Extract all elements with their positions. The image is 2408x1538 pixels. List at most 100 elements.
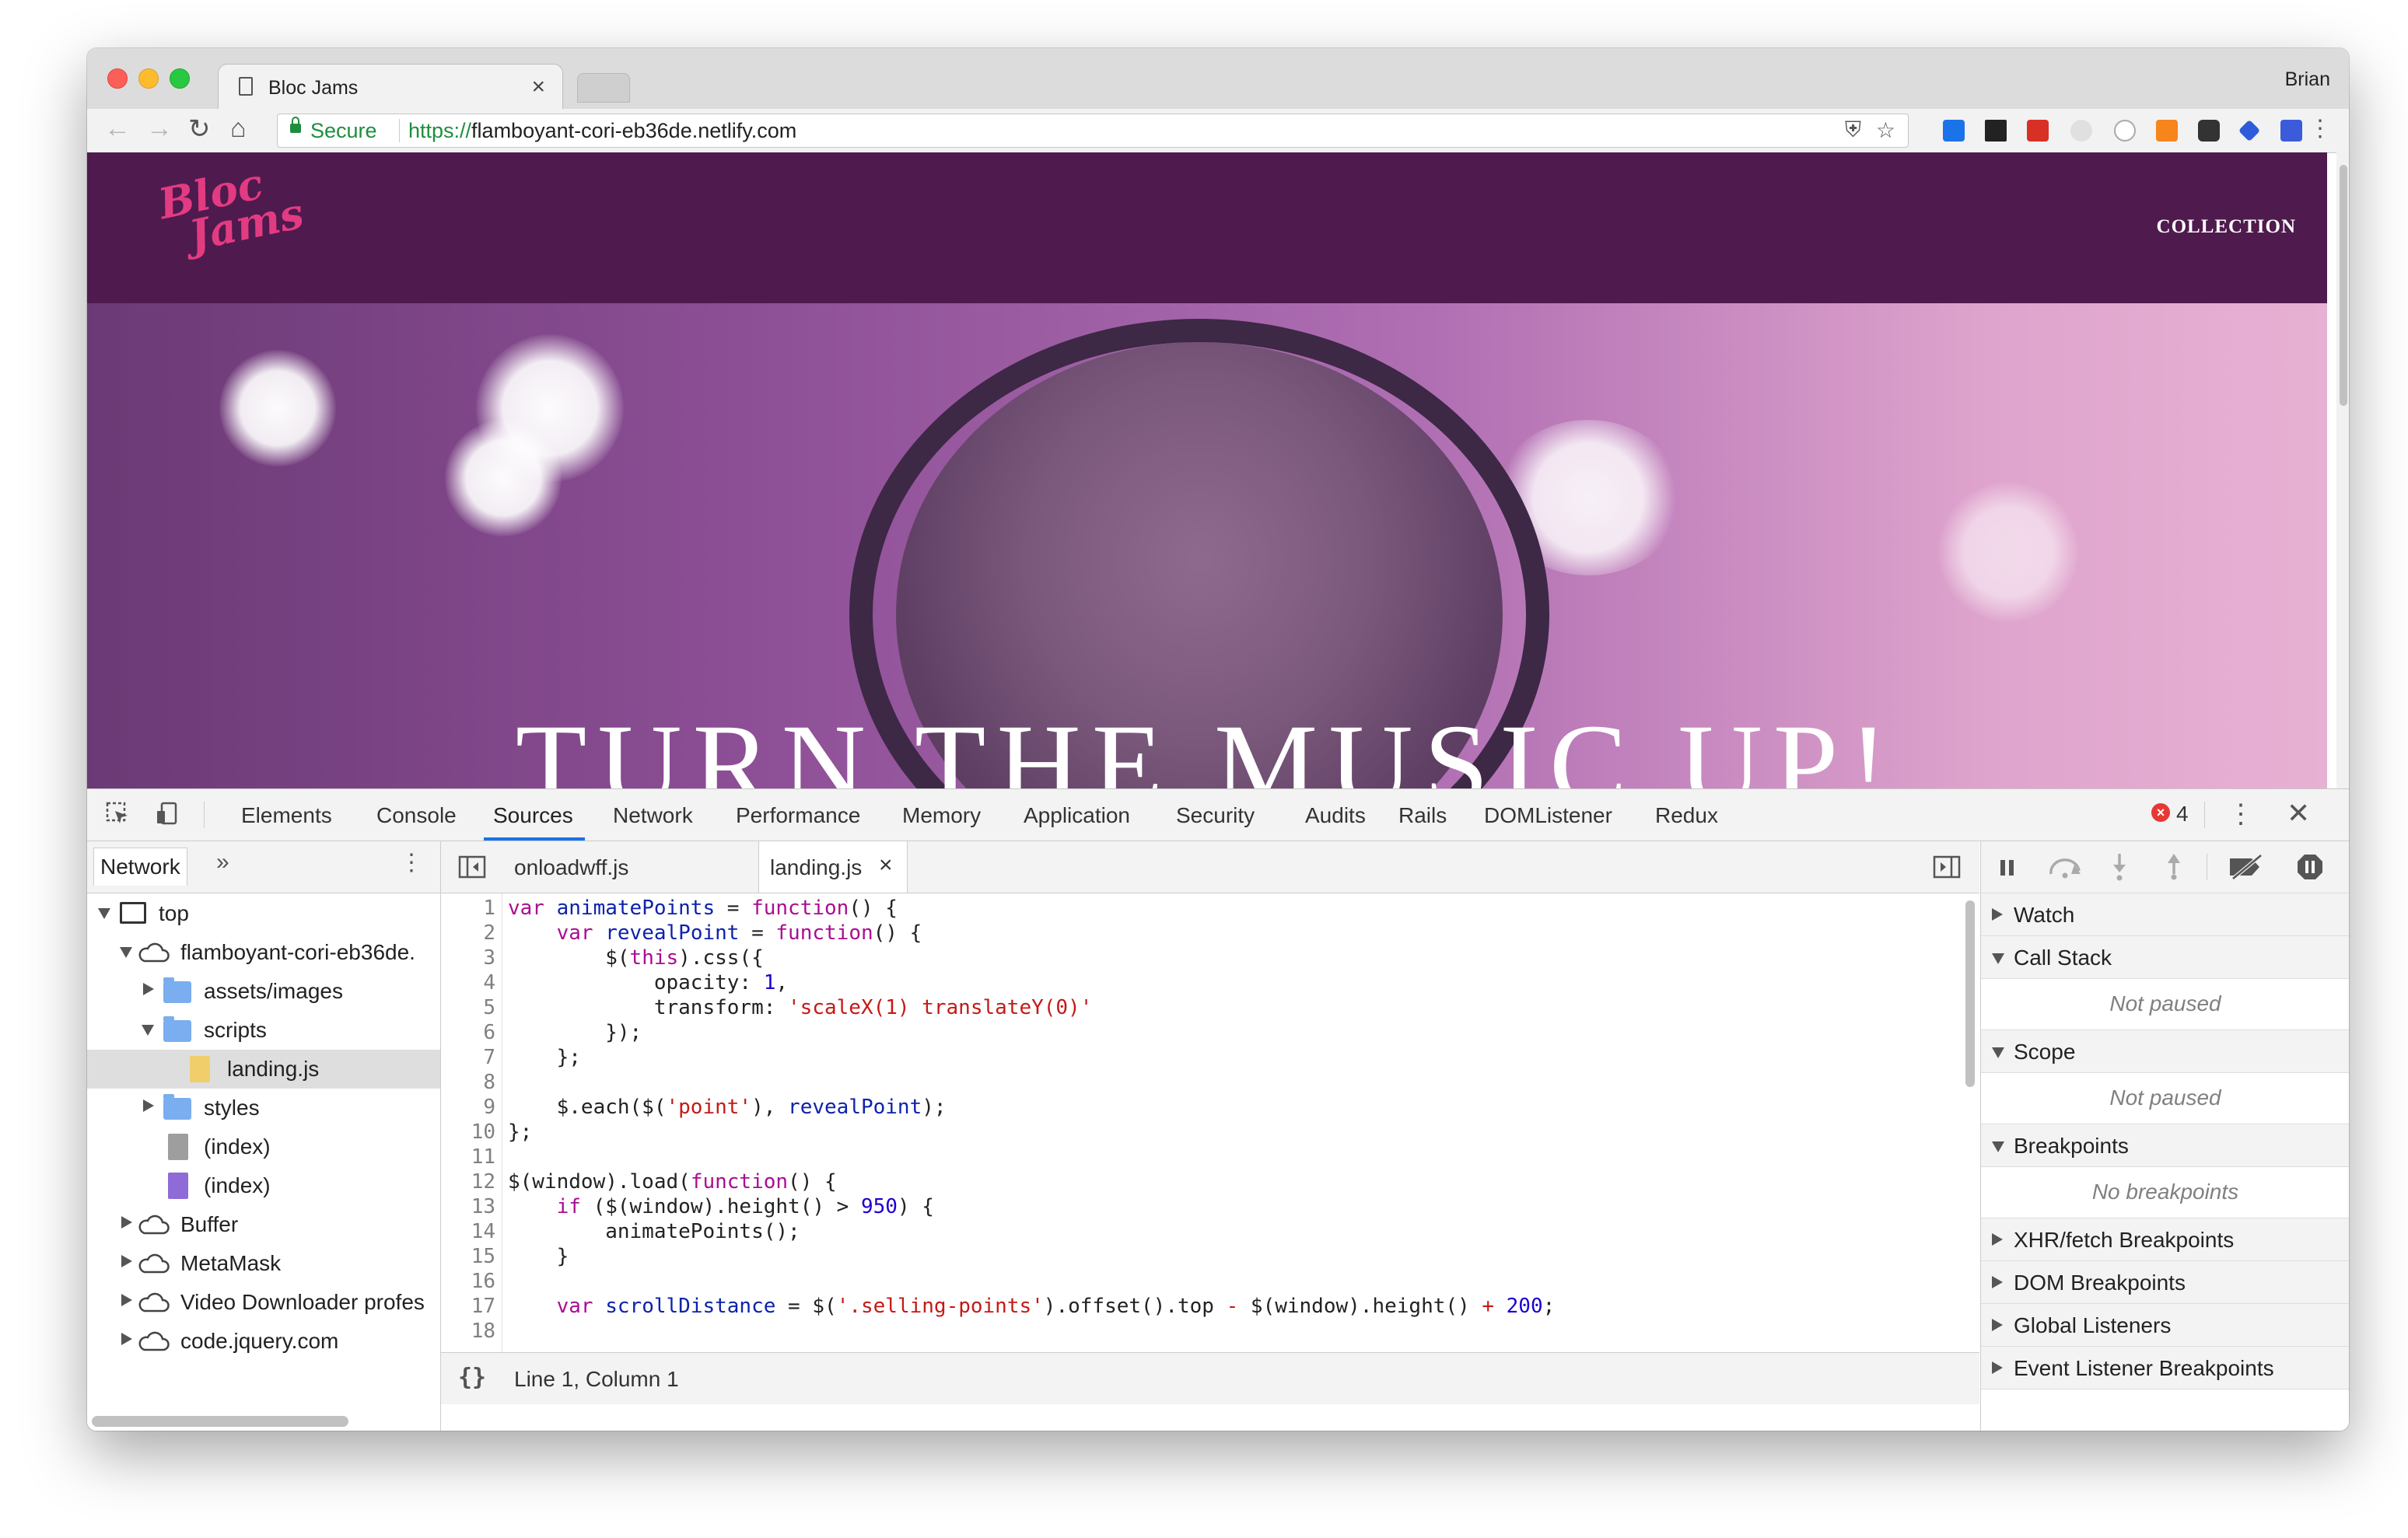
- back-button[interactable]: ←: [104, 114, 131, 144]
- global-listeners-pane-header[interactable]: Global Listeners: [1981, 1303, 2349, 1347]
- minimize-window-button[interactable]: [138, 68, 159, 89]
- step-out-icon[interactable]: [2165, 851, 2183, 880]
- tree-item-buffer[interactable]: Buffer: [87, 1205, 440, 1244]
- tree-item-jquery[interactable]: code.jquery.com: [87, 1322, 440, 1361]
- watch-pane-header[interactable]: Watch: [1981, 893, 2349, 936]
- maximize-window-button[interactable]: [170, 68, 190, 89]
- scope-pane-header[interactable]: Scope: [1981, 1029, 2349, 1073]
- browser-tab[interactable]: Bloc Jams ×: [218, 64, 563, 109]
- step-over-icon[interactable]: [2048, 857, 2084, 879]
- toggle-debugger-icon[interactable]: [1933, 855, 1961, 879]
- collapsed-arrow-icon: [121, 1333, 132, 1345]
- close-devtools-icon[interactable]: ✕: [2287, 797, 2310, 830]
- extension-a-icon[interactable]: [2114, 120, 2136, 142]
- call-stack-status: Not paused: [2109, 991, 2221, 1015]
- editor-scrollbar[interactable]: [1965, 900, 1975, 1087]
- expanded-arrow-icon: [1992, 1141, 2004, 1152]
- bokeh-light: [445, 420, 562, 537]
- tab-security[interactable]: Security: [1176, 803, 1255, 828]
- ethereum-icon[interactable]: [2238, 119, 2261, 142]
- tree-item-landing-js[interactable]: landing.js: [87, 1050, 440, 1089]
- collection-link[interactable]: COLLECTION: [2157, 216, 2296, 238]
- deactivate-breakpoints-icon[interactable]: [2228, 854, 2264, 880]
- event-listener-breakpoints-pane-header[interactable]: Event Listener Breakpoints: [1981, 1346, 2349, 1389]
- pane-title: DOM Breakpoints: [2014, 1271, 2186, 1295]
- extension-plus-icon[interactable]: [1943, 120, 1965, 142]
- extension-grey-icon[interactable]: [2070, 120, 2092, 142]
- bloc-jams-logo[interactable]: Bloc Jams: [154, 158, 307, 260]
- tree-item-styles[interactable]: styles: [87, 1089, 440, 1127]
- tree-item-video-downloader[interactable]: Video Downloader profes: [87, 1283, 440, 1322]
- tab-elements[interactable]: Elements: [241, 803, 332, 828]
- metamask-icon[interactable]: [2156, 120, 2178, 142]
- home-button[interactable]: ⌂: [230, 114, 247, 144]
- tab-performance[interactable]: Performance: [736, 803, 860, 828]
- blocked-content-icon[interactable]: ⛨: [1845, 117, 1861, 143]
- extension-blue-icon[interactable]: [2280, 120, 2302, 142]
- bokeh-light: [1938, 482, 2078, 622]
- new-tab-button[interactable]: [577, 73, 630, 103]
- xhr-breakpoints-pane-header[interactable]: XHR/fetch Breakpoints: [1981, 1218, 2349, 1261]
- error-icon[interactable]: ×: [2151, 803, 2170, 822]
- browser-menu-icon[interactable]: ⋮: [2308, 115, 2332, 142]
- navigator-scrollbar[interactable]: [92, 1416, 348, 1427]
- breakpoints-pane-header[interactable]: Breakpoints: [1981, 1124, 2349, 1167]
- browser-toolbar: ← → ↻ ⌂ Secure https://flamboyant-cori-e…: [87, 109, 2349, 153]
- navigator-menu-icon[interactable]: ⋮: [400, 849, 423, 876]
- pane-title: Breakpoints: [2014, 1134, 2129, 1158]
- tree-item-metamask[interactable]: MetaMask: [87, 1244, 440, 1283]
- tree-item-assets[interactable]: assets/images: [87, 972, 440, 1011]
- tree-item-site[interactable]: flamboyant-cori-eb36de.: [87, 933, 440, 972]
- tab-rails[interactable]: Rails: [1398, 803, 1447, 828]
- active-tab-indicator: [484, 837, 585, 841]
- close-editor-tab-icon[interactable]: ×: [879, 852, 893, 879]
- reload-button[interactable]: ↻: [188, 114, 211, 145]
- extension-buffer-icon[interactable]: [1985, 120, 2007, 142]
- tree-item-scripts[interactable]: scripts: [87, 1011, 440, 1050]
- tab-redux[interactable]: Redux: [1655, 803, 1718, 828]
- pause-icon[interactable]: [1998, 858, 2017, 877]
- tab-sources[interactable]: Sources: [493, 803, 573, 828]
- expanded-arrow-icon: [1992, 953, 2004, 964]
- extension-red-icon[interactable]: [2027, 120, 2049, 142]
- profile-name[interactable]: Brian: [2285, 68, 2330, 91]
- dom-breakpoints-pane-header[interactable]: DOM Breakpoints: [1981, 1260, 2349, 1304]
- navigator-tab-network[interactable]: Network: [93, 848, 187, 886]
- tree-item-top[interactable]: top: [87, 894, 440, 933]
- pause-on-exceptions-icon[interactable]: [2297, 854, 2323, 880]
- code-area[interactable]: 1 var animatePoints = function() { 2 var …: [441, 893, 1967, 1352]
- code-line: 17 var scrollDistance = $('.selling-poin…: [441, 1295, 1967, 1320]
- tree-label: styles: [204, 1096, 260, 1120]
- close-tab-icon[interactable]: ×: [531, 74, 545, 100]
- toggle-navigator-icon[interactable]: [458, 855, 486, 879]
- code-line: 6 });: [441, 1021, 1967, 1046]
- tab-memory[interactable]: Memory: [902, 803, 981, 828]
- call-stack-pane-header[interactable]: Call Stack: [1981, 935, 2349, 979]
- address-bar[interactable]: Secure https://flamboyant-cori-eb36de.ne…: [277, 114, 1909, 148]
- more-tabs-icon[interactable]: »: [216, 849, 229, 876]
- tab-application[interactable]: Application: [1024, 803, 1130, 828]
- step-into-icon[interactable]: [2110, 852, 2129, 882]
- tab-console[interactable]: Console: [376, 803, 457, 828]
- tab-domlistener[interactable]: DOMListener: [1484, 803, 1612, 828]
- forward-button[interactable]: →: [146, 114, 173, 144]
- collapsed-arrow-icon: [143, 1099, 154, 1112]
- pretty-print-button[interactable]: {}: [458, 1364, 486, 1391]
- editor-tab-onloadwff[interactable]: onloadwff.js: [500, 841, 726, 893]
- extension-glasses-icon[interactable]: [2198, 120, 2220, 142]
- tree-item-index[interactable]: (index): [87, 1127, 440, 1166]
- inspect-element-icon[interactable]: [106, 802, 129, 825]
- tree-item-index-css[interactable]: (index): [87, 1166, 440, 1205]
- tab-audits[interactable]: Audits: [1305, 803, 1366, 828]
- page-scroll-thumb[interactable]: [2340, 165, 2347, 406]
- error-count[interactable]: 4: [2176, 802, 2189, 827]
- bookmark-star-icon[interactable]: ☆: [1876, 117, 1895, 143]
- folder-icon: [163, 1094, 191, 1120]
- editor-status-bar: {} Line 1, Column 1: [441, 1352, 1979, 1404]
- device-toolbar-icon[interactable]: [156, 802, 179, 825]
- editor-tab-landing[interactable]: landing.js ×: [758, 841, 908, 893]
- line-number: 4: [483, 971, 495, 994]
- close-window-button[interactable]: [107, 68, 128, 89]
- devtools-menu-icon[interactable]: ⋮: [2228, 799, 2254, 830]
- tab-network[interactable]: Network: [613, 803, 693, 828]
